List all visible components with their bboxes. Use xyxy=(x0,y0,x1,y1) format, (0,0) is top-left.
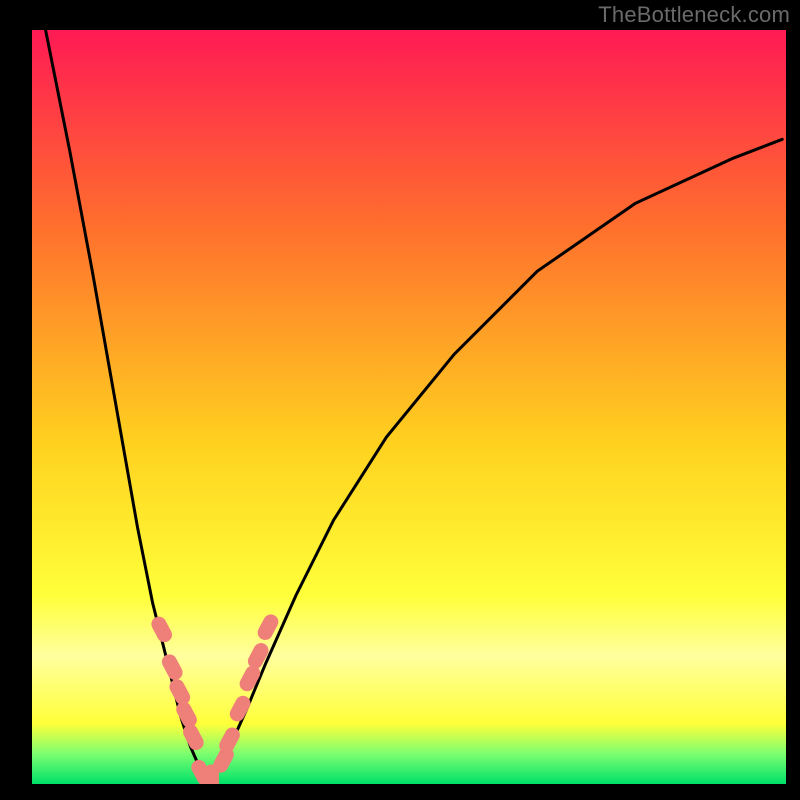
curve-right-curve xyxy=(209,139,782,780)
plot-area xyxy=(32,30,786,784)
outer-frame: TheBottleneck.com xyxy=(0,0,800,800)
marker-point xyxy=(160,652,185,682)
marker-point xyxy=(149,615,174,645)
watermark-text: TheBottleneck.com xyxy=(598,2,790,28)
curve-layer xyxy=(32,30,786,784)
curve-left-curve xyxy=(46,30,210,780)
marker-point xyxy=(228,694,253,724)
marker-point xyxy=(246,641,271,671)
